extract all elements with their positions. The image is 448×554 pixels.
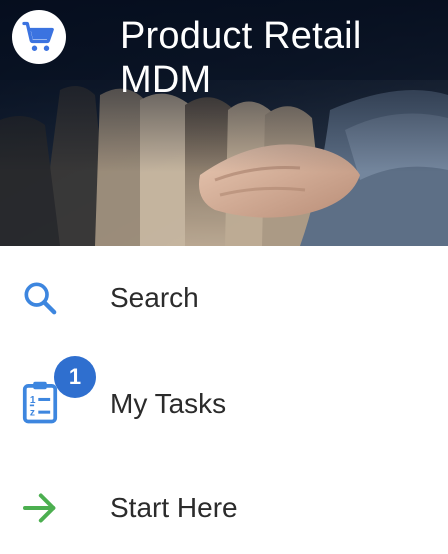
- search-icon: [18, 276, 62, 320]
- drawer-header: Product Retail MDM: [0, 0, 448, 246]
- navigation-drawer: Product Retail MDM Search 1 z 1 My Tasks…: [0, 0, 448, 554]
- arrow-right-icon: [18, 486, 62, 530]
- task-count-badge: 1: [54, 356, 96, 398]
- svg-text:1: 1: [30, 395, 36, 406]
- app-logo: [12, 10, 66, 64]
- app-title: Product Retail MDM: [120, 15, 362, 101]
- menu-item-label: My Tasks: [110, 388, 227, 419]
- svg-text:z: z: [30, 408, 35, 419]
- shopping-cart-icon: [22, 21, 54, 51]
- menu-item-label: Search: [110, 282, 199, 313]
- menu-item-label: Start Here: [110, 492, 238, 523]
